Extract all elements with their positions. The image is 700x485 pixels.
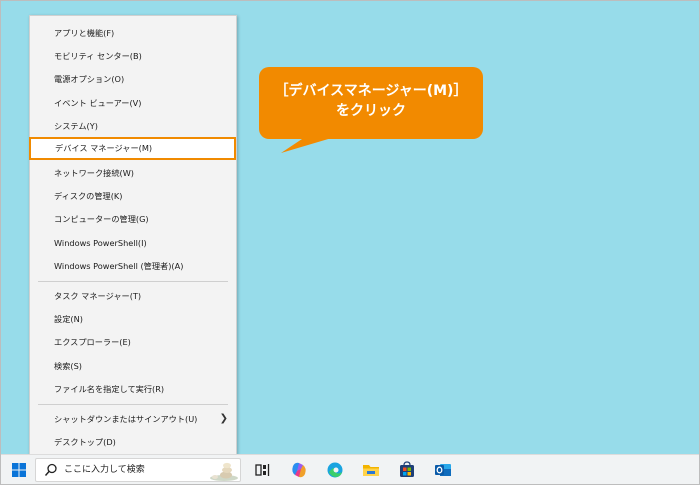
taskbar: ここに入力して検索 [1, 454, 699, 484]
search-placeholder: ここに入力して検索 [64, 465, 145, 475]
menu-item-computer-management[interactable]: コンピューターの管理(G) [30, 209, 236, 229]
menu-item-mobility-center[interactable]: モビリティ センター(B) [30, 46, 236, 66]
menu-item-system[interactable]: システム(Y) [30, 116, 236, 136]
taskbar-search-box[interactable]: ここに入力して検索 [35, 458, 241, 482]
menu-item-disk-management[interactable]: ディスクの管理(K) [30, 186, 236, 206]
callout-line-2: をクリック [336, 103, 406, 119]
menu-item-explorer[interactable]: エクスプローラー(E) [30, 332, 236, 352]
menu-item-search[interactable]: 検索(S) [30, 356, 236, 376]
winx-context-menu: アプリと機能(F) モビリティ センター(B) 電源オプション(O) イベント … [29, 15, 237, 455]
copilot-icon[interactable] [289, 460, 309, 480]
instruction-callout: ［デバイスマネージャー(M)］ をクリック [259, 67, 485, 157]
menu-item-settings[interactable]: 設定(N) [30, 309, 236, 329]
menu-item-apps-and-features[interactable]: アプリと機能(F) [30, 23, 236, 43]
menu-item-event-viewer[interactable]: イベント ビューアー(V) [30, 93, 236, 113]
menu-item-powershell-admin[interactable]: Windows PowerShell (管理者)(A) [30, 256, 236, 276]
menu-item-desktop[interactable]: デスクトップ(D) [30, 432, 236, 452]
edge-icon[interactable] [325, 460, 345, 480]
menu-item-shutdown-signout[interactable]: シャットダウンまたはサインアウト(U) ❯ [30, 409, 236, 429]
file-explorer-icon[interactable] [361, 460, 381, 480]
screenshot-frame: アプリと機能(F) モビリティ センター(B) 電源オプション(O) イベント … [0, 0, 700, 485]
task-view-icon[interactable] [253, 460, 273, 480]
chevron-right-icon: ❯ [219, 413, 228, 424]
search-icon [44, 463, 57, 476]
search-highlight-illustration [210, 462, 238, 481]
windows-start-icon[interactable] [9, 460, 29, 480]
menu-item-power-options[interactable]: 電源オプション(O) [30, 69, 236, 89]
outlook-icon[interactable] [433, 460, 453, 480]
menu-separator [38, 281, 228, 282]
menu-item-device-manager[interactable]: デバイス マネージャー(M) [29, 137, 236, 160]
callout-text: ［デバイスマネージャー(M)］ をクリック [259, 81, 483, 121]
menu-item-task-manager[interactable]: タスク マネージャー(T) [30, 286, 236, 306]
menu-item-run[interactable]: ファイル名を指定して実行(R) [30, 379, 236, 399]
callout-line-1: ［デバイスマネージャー(M)］ [274, 83, 468, 99]
menu-item-network-connections[interactable]: ネットワーク接続(W) [30, 163, 236, 183]
menu-separator [38, 404, 228, 405]
microsoft-store-icon[interactable] [397, 460, 417, 480]
menu-item-powershell[interactable]: Windows PowerShell(I) [30, 233, 236, 253]
